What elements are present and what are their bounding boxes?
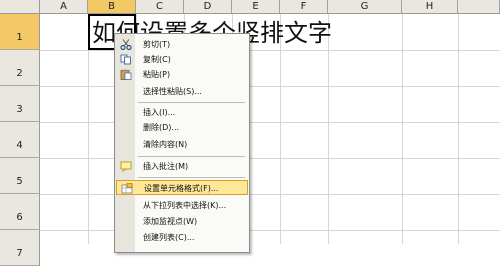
context-menu: 剪切(T) 复制(C) 粘贴(P) 选择性粘贴(S)... 插入(I)... 删… (114, 33, 250, 253)
grid-line (40, 122, 500, 123)
menu-item-label: 插入(I)... (143, 108, 176, 117)
comment-icon (120, 161, 132, 173)
format-cells-icon (121, 183, 133, 194)
grid-line (40, 50, 500, 51)
column-header-f[interactable]: F (280, 0, 328, 14)
grid-line (40, 86, 500, 87)
menu-item-paste-special[interactable]: 选择性粘贴(S)... (116, 84, 248, 99)
select-all-corner[interactable] (0, 0, 40, 14)
grid-line (40, 230, 500, 231)
grid-line (40, 158, 500, 159)
menu-item-format-cells[interactable]: 设置单元格格式(F)... (116, 180, 248, 195)
row-header-3[interactable]: 3 (0, 86, 40, 122)
menu-item-label: 添加监视点(W) (143, 217, 198, 226)
row-header-4[interactable]: 4 (0, 122, 40, 158)
menu-item-label: 插入批注(M) (143, 162, 189, 171)
column-header-g[interactable]: G (328, 0, 402, 14)
column-header-blank[interactable] (458, 0, 500, 14)
column-header-a[interactable]: A (40, 0, 88, 14)
column-header-c[interactable]: C (136, 0, 184, 14)
column-header-b[interactable]: B (88, 0, 136, 14)
menu-item-label: 清除内容(N) (143, 140, 188, 149)
copy-icon (120, 54, 132, 65)
column-header-h[interactable]: H (402, 0, 458, 14)
menu-separator (138, 177, 245, 178)
grid-line (280, 14, 281, 244)
grid-line (458, 14, 459, 244)
grid-line (328, 14, 329, 244)
menu-item-cut[interactable]: 剪切(T) (116, 37, 248, 52)
menu-item-delete[interactable]: 删除(D)... (116, 120, 248, 135)
column-header-e[interactable]: E (232, 0, 280, 14)
menu-item-create-list[interactable]: 创建列表(C)... (116, 230, 248, 245)
menu-item-insert-comment[interactable]: 插入批注(M) (116, 159, 248, 174)
paste-icon (120, 69, 132, 80)
column-header-d[interactable]: D (184, 0, 232, 14)
menu-item-label: 复制(C) (143, 55, 171, 64)
menu-separator (138, 102, 245, 103)
spreadsheet-grid[interactable]: A B C D E F G H 1 2 3 4 5 6 7 如何设置多个竖排文字 (0, 0, 500, 266)
menu-item-insert[interactable]: 插入(I)... (116, 105, 248, 120)
grid-line (402, 14, 403, 244)
menu-item-label: 选择性粘贴(S)... (143, 87, 202, 96)
menu-item-label: 删除(D)... (143, 123, 180, 132)
row-header-2[interactable]: 2 (0, 50, 40, 86)
menu-item-clear-contents[interactable]: 清除内容(N) (116, 137, 248, 152)
row-header-5[interactable]: 5 (0, 158, 40, 194)
row-header-1[interactable]: 1 (0, 14, 40, 50)
grid-line (40, 194, 500, 195)
menu-item-pick-from-list[interactable]: 从下拉列表中选择(K)... (116, 198, 248, 213)
menu-item-label: 剪切(T) (143, 40, 171, 49)
row-header-7[interactable]: 7 (0, 230, 40, 266)
menu-item-paste[interactable]: 粘贴(P) (116, 67, 248, 82)
scissors-icon (120, 39, 132, 51)
menu-item-label: 创建列表(C)... (143, 233, 195, 242)
menu-item-label: 从下拉列表中选择(K)... (143, 201, 227, 210)
menu-separator (138, 156, 245, 157)
menu-item-label: 设置单元格格式(F)... (144, 184, 219, 193)
menu-item-label: 粘贴(P) (143, 70, 171, 79)
menu-item-add-watch[interactable]: 添加监视点(W) (116, 214, 248, 229)
menu-item-copy[interactable]: 复制(C) (116, 52, 248, 67)
row-header-6[interactable]: 6 (0, 194, 40, 230)
